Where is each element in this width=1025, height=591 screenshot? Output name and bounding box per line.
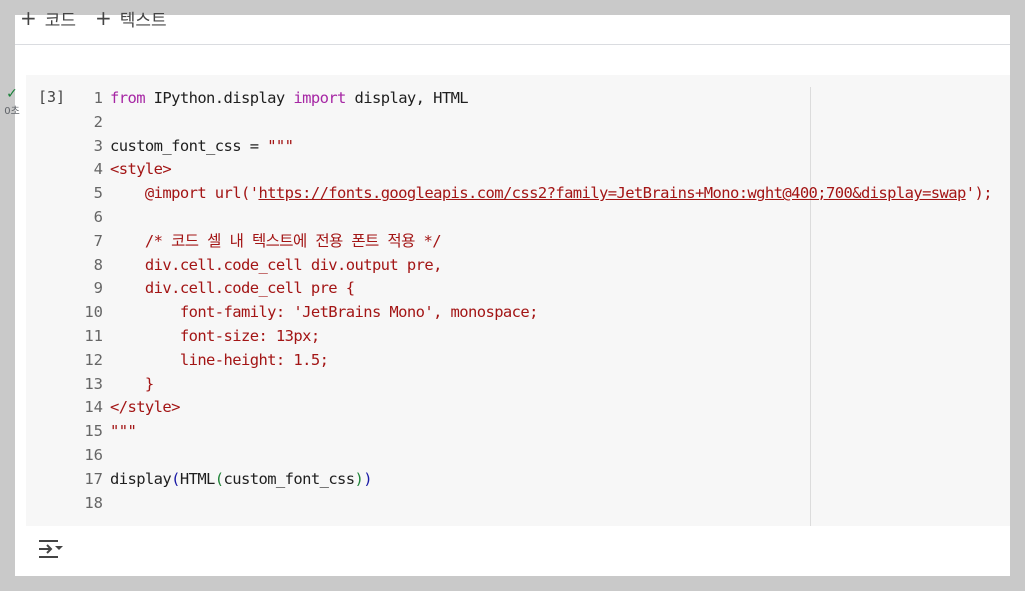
code-token: ) [363, 469, 372, 488]
add-code-label: 코드 [44, 10, 77, 31]
code-text: font-size: 13px; [110, 325, 320, 349]
code-line[interactable]: 9 div.cell.code_cell pre { [66, 277, 992, 301]
code-token: ( [214, 469, 224, 488]
line-number: 3 [93, 136, 103, 155]
line-number: 13 [84, 374, 103, 393]
plus-icon: + [20, 6, 37, 30]
code-token: div.cell.code_cell div.output pre, [110, 255, 442, 274]
code-token: HTML [179, 469, 216, 488]
code-token: font-size: 13px; [110, 326, 320, 345]
line-number: 17 [84, 469, 103, 488]
code-line[interactable]: 10 font-family: 'JetBrains Mono', monosp… [66, 301, 992, 325]
line-number: 16 [84, 445, 103, 464]
code-line[interactable]: 13 } [66, 373, 992, 397]
code-line[interactable]: 8 div.cell.code_cell div.output pre, [66, 254, 992, 278]
code-editor[interactable]: 1 from IPython.display import display, HT… [66, 87, 992, 515]
code-line[interactable]: 14 </style> [66, 396, 992, 420]
line-number: 15 [84, 422, 103, 441]
code-text: @import url('https://fonts.googleapis.co… [110, 182, 993, 206]
code-token: """ [267, 136, 294, 155]
line-number: 4 [93, 160, 103, 179]
code-line[interactable]: 12 line-height: 1.5; [66, 349, 992, 373]
code-text: font-family: 'JetBrains Mono', monospace… [110, 301, 539, 325]
code-token: font-family: 'JetBrains Mono', monospace… [110, 303, 539, 322]
code-line[interactable]: 16 [66, 444, 992, 468]
code-line[interactable]: 1 from IPython.display import display, HT… [66, 87, 992, 111]
code-line[interactable]: 3 custom_font_css = """ [66, 135, 992, 159]
code-token: div.cell.code_cell pre { [110, 279, 355, 298]
code-cell[interactable]: [3] 1 from IPython.display import display… [26, 75, 1010, 527]
code-line[interactable]: 7 /* 코드 셀 내 텍스트에 전용 폰트 적용 */ [66, 230, 992, 254]
code-token: from [110, 89, 146, 107]
code-text: <style> [110, 158, 172, 182]
line-number: 1 [93, 89, 103, 107]
code-token: custom_font_css [223, 469, 356, 488]
code-text: """ [110, 420, 137, 444]
code-token: '); [965, 184, 993, 203]
line-number: 2 [93, 112, 103, 131]
code-token: custom_font_css = [110, 136, 268, 155]
code-token: @import url(' [110, 184, 259, 203]
code-token: IPython.display [144, 89, 294, 107]
code-line[interactable]: 18 [66, 492, 992, 516]
code-line[interactable]: 5 @import url('https://fonts.googleapis.… [66, 182, 993, 206]
code-text: } [110, 373, 154, 397]
code-token: /* 코드 셀 내 텍스트에 전용 폰트 적용 */ [110, 231, 442, 250]
notebook-toolbar: + 코드 + 텍스트 [15, 8, 1010, 45]
line-number: 11 [84, 326, 103, 345]
code-line[interactable]: 6 [66, 206, 992, 230]
code-text: div.cell.code_cell pre { [110, 277, 355, 301]
code-text: </style> [110, 396, 180, 420]
code-line[interactable]: 17 display(HTML(custom_font_css)) [66, 468, 992, 492]
code-text: line-height: 1.5; [110, 349, 329, 373]
execution-duration: 0초 [4, 106, 20, 117]
code-token: line-height: 1.5; [110, 350, 329, 369]
code-token: """ [110, 422, 137, 441]
code-line[interactable]: 2 [66, 111, 992, 135]
execution-count[interactable]: [3] [38, 88, 65, 106]
code-token: ( [171, 469, 180, 488]
add-text-label: 텍스트 [119, 10, 167, 31]
code-token: <style> [110, 160, 172, 179]
code-text: div.cell.code_cell div.output pre, [110, 254, 442, 278]
code-token: display, HTML [345, 89, 469, 107]
check-icon: ✓ [6, 86, 18, 102]
code-token: } [110, 374, 154, 393]
line-number: 9 [93, 279, 103, 298]
line-number: 12 [84, 350, 103, 369]
code-token: display [110, 469, 172, 488]
line-number: 14 [84, 398, 103, 417]
line-number: 8 [93, 255, 103, 274]
code-token: https://fonts.googleapis.com/css2?family… [258, 184, 966, 203]
plus-icon: + [95, 6, 112, 30]
cell-output [26, 526, 1010, 576]
code-line[interactable]: 11 font-size: 13px; [66, 325, 992, 349]
line-number: 7 [93, 231, 103, 250]
line-number: 5 [93, 184, 103, 203]
code-line[interactable]: 4 <style> [66, 158, 992, 182]
output-toggle-icon[interactable] [38, 537, 66, 561]
code-text: custom_font_css = """ [110, 135, 294, 159]
line-number: 18 [84, 493, 103, 512]
add-code-button[interactable]: + 코드 [20, 6, 77, 31]
code-text: display(HTML(custom_font_css)) [110, 468, 373, 492]
code-token: </style> [110, 398, 180, 417]
line-number: 10 [84, 303, 103, 322]
code-text: /* 코드 셀 내 텍스트에 전용 폰트 적용 */ [110, 230, 442, 254]
add-text-button[interactable]: + 텍스트 [95, 6, 167, 31]
code-text: from IPython.display import display, HTM… [110, 87, 469, 111]
code-line[interactable]: 15 """ [66, 420, 992, 444]
code-token: import [293, 89, 346, 107]
line-number: 6 [93, 207, 103, 226]
cell-status: ✓ 0초 [2, 87, 22, 117]
code-token: ) [354, 469, 364, 488]
